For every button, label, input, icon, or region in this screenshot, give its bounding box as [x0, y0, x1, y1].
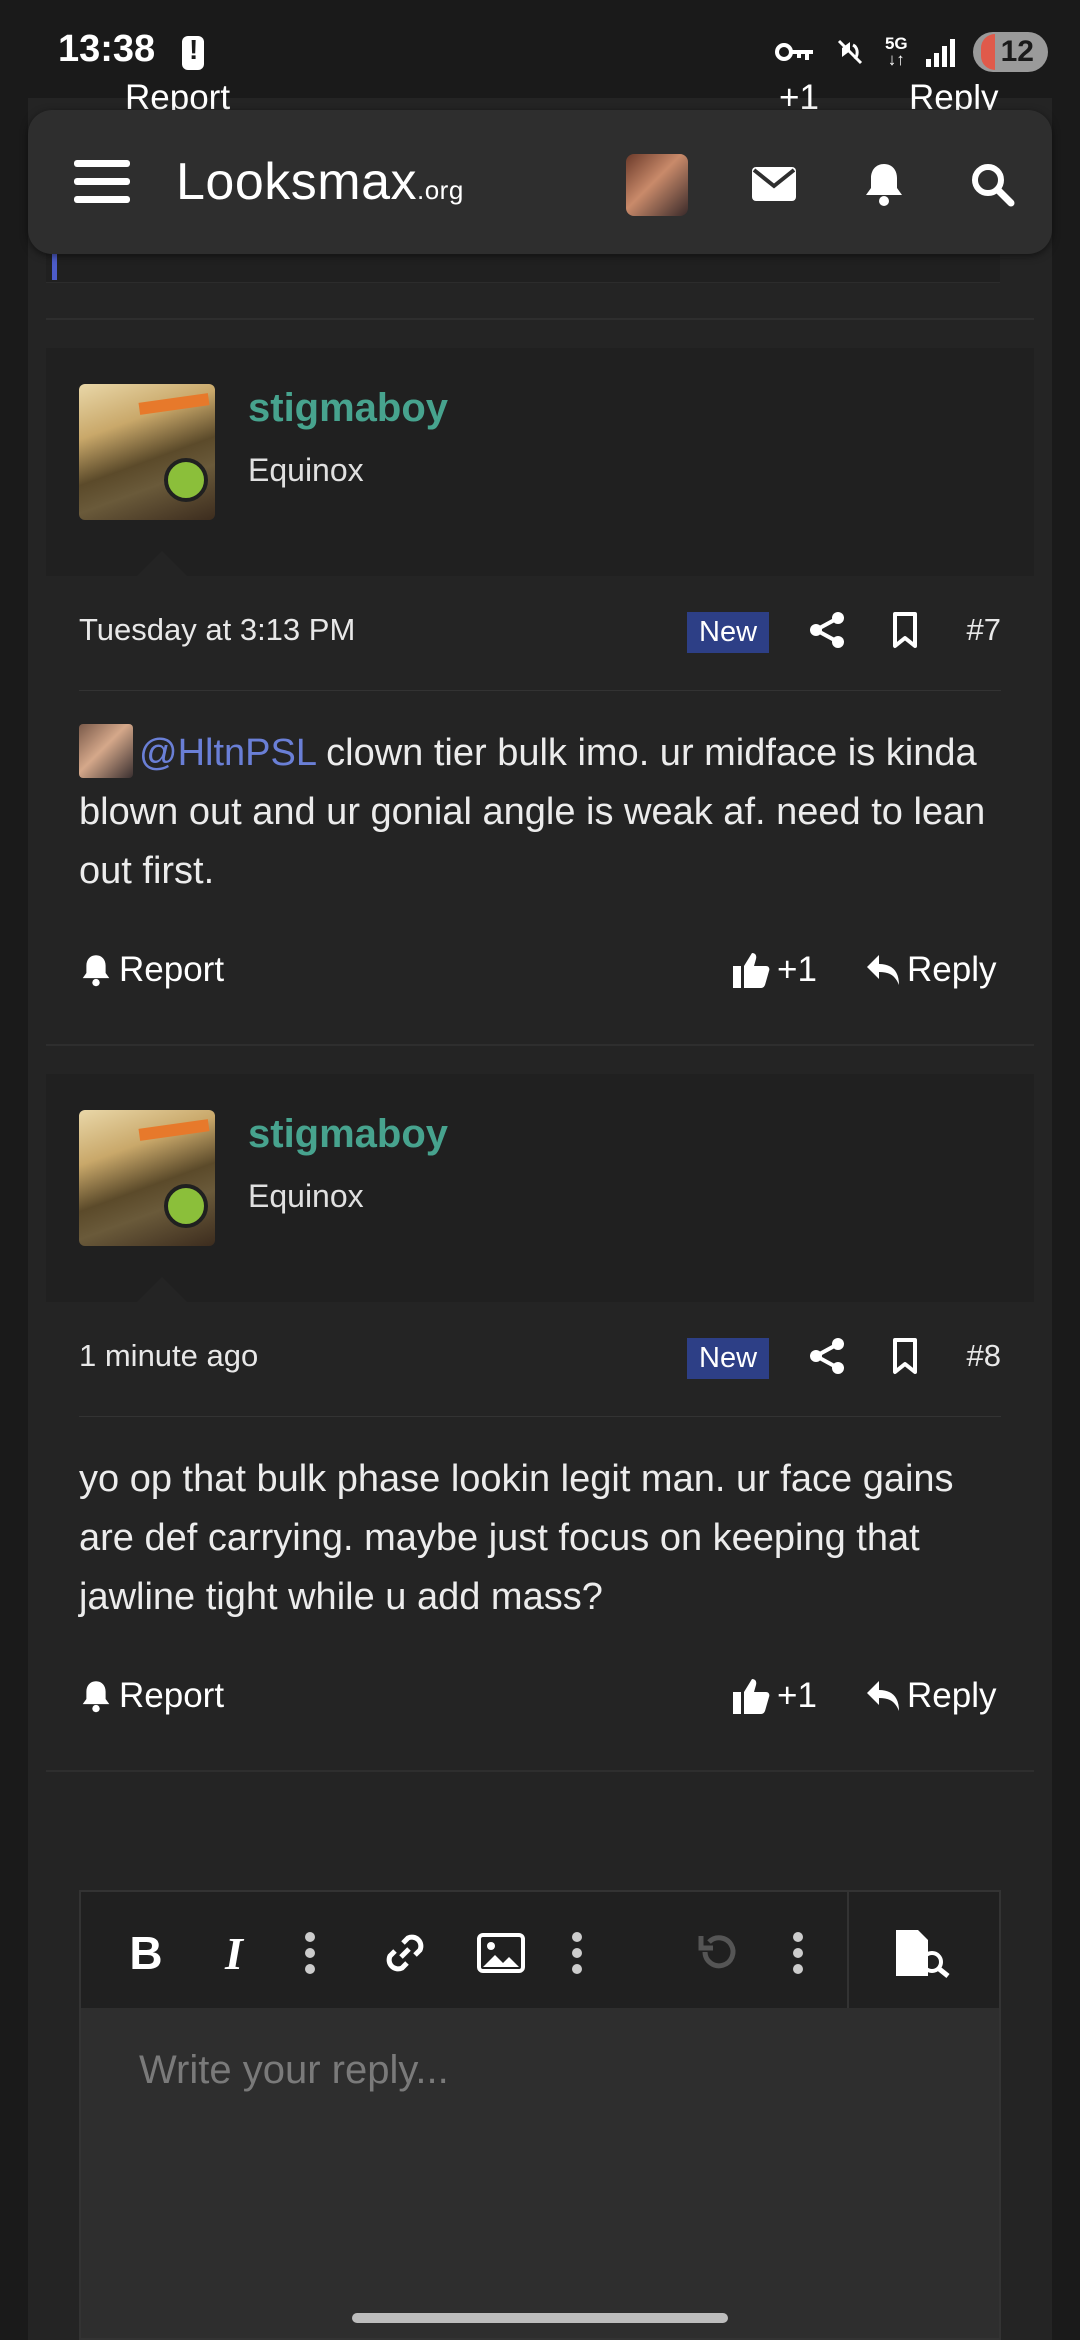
online-indicator — [164, 458, 208, 502]
report-button[interactable]: Report — [79, 1676, 224, 1716]
meta-divider — [79, 1416, 1001, 1417]
bookmark-icon[interactable] — [885, 1336, 925, 1376]
user-title: Equinox — [248, 1178, 364, 1214]
top-navigation: Looksmax.org — [28, 110, 1052, 254]
reply-icon — [867, 955, 899, 985]
italic-icon[interactable]: I — [209, 1928, 259, 1979]
battery-icon: 12 — [972, 32, 1048, 72]
reply-textarea[interactable]: Write your reply... — [81, 2008, 999, 2338]
share-icon[interactable] — [807, 610, 847, 650]
reply-button[interactable]: Reply — [865, 1676, 996, 1716]
status-time: 13:38 — [58, 28, 156, 70]
more-text-options-icon[interactable] — [295, 1928, 325, 1978]
more-insert-options-icon[interactable] — [562, 1928, 592, 1978]
post-number[interactable]: #8 — [967, 1338, 1001, 1374]
status-icons: 5G ↓↑ 12 — [774, 30, 1048, 74]
like-count: +1 — [777, 1676, 817, 1715]
report-label: Report — [119, 1676, 225, 1715]
toolbar-divider — [847, 1892, 849, 2008]
home-indicator[interactable] — [352, 2313, 728, 2323]
post-date[interactable]: 1 minute ago — [79, 1338, 258, 1374]
reply-placeholder: Write your reply... — [139, 2048, 449, 2092]
battery-level: 12 — [1000, 35, 1034, 68]
post-text: yo op that bulk phase lookin legit man. … — [79, 1458, 954, 1618]
bell-icon — [82, 1681, 110, 1713]
reply-button[interactable]: Reply — [865, 950, 996, 990]
online-indicator — [164, 1184, 208, 1228]
account-avatar[interactable] — [626, 154, 688, 216]
quote-bar — [52, 250, 57, 280]
mention-avatar — [79, 723, 133, 778]
post-divider — [46, 1044, 1034, 1046]
mute-icon — [837, 39, 862, 65]
post-divider — [46, 318, 1034, 320]
share-icon[interactable] — [807, 1336, 847, 1376]
more-options-icon[interactable] — [783, 1928, 813, 1978]
link-icon[interactable] — [377, 1928, 433, 1978]
thumbs-up-icon — [733, 953, 770, 988]
preview-icon[interactable] — [893, 1928, 953, 1978]
user-title: Equinox — [248, 452, 364, 488]
undo-icon[interactable] — [693, 1928, 743, 1978]
username[interactable]: stigmaboy — [248, 1112, 448, 1157]
post-divider — [46, 1770, 1034, 1772]
reply-editor: B I Write your reply... — [79, 1890, 1001, 2340]
post-content: yo op that bulk phase lookin legit man. … — [79, 1450, 1019, 1627]
image-icon[interactable] — [473, 1928, 529, 1978]
bell-icon — [82, 955, 110, 987]
menu-icon[interactable] — [74, 160, 130, 204]
like-button[interactable]: +1 — [731, 1676, 817, 1716]
reply-label: Reply — [907, 950, 997, 989]
username[interactable]: stigmaboy — [248, 386, 448, 431]
user-box-pointer — [136, 551, 188, 577]
bold-icon[interactable]: B — [121, 1927, 171, 1979]
meta-divider — [79, 690, 1001, 691]
post-number[interactable]: #7 — [967, 612, 1001, 648]
thumbs-up-icon — [733, 1679, 770, 1714]
user-box-pointer — [136, 1277, 188, 1303]
editor-toolbar: B I — [81, 1892, 999, 2008]
new-badge: New — [687, 1338, 770, 1379]
reply-label: Reply — [907, 1676, 997, 1715]
post-meta: 1 minute ago New #8 — [79, 1320, 1001, 1400]
report-label: Report — [119, 950, 225, 989]
post-date[interactable]: Tuesday at 3:13 PM — [79, 612, 355, 648]
post-user-box: stigmaboy Equinox — [46, 1074, 1034, 1303]
alert-icon — [182, 34, 204, 70]
new-badge: New — [687, 612, 770, 653]
site-logo[interactable]: Looksmax.org — [176, 152, 464, 212]
like-count: +1 — [777, 950, 817, 989]
notifications-icon[interactable] — [854, 154, 914, 214]
reply-icon — [867, 1681, 899, 1711]
post-meta: Tuesday at 3:13 PM New #7 — [79, 594, 1001, 674]
like-button[interactable]: +1 — [731, 950, 817, 990]
search-icon[interactable] — [962, 154, 1022, 214]
post-user-box: stigmaboy Equinox — [46, 348, 1034, 577]
post-content: @HltnPSL clown tier bulk imo. ur midface… — [79, 723, 1019, 901]
network-indicator: 5G ↓↑ — [884, 34, 908, 69]
post-actions: Report +1 Reply — [79, 1668, 1001, 1728]
inbox-icon[interactable] — [744, 154, 804, 214]
vpn-key-icon — [774, 43, 813, 61]
user-mention[interactable]: @HltnPSL — [139, 732, 316, 774]
report-button[interactable]: Report — [79, 950, 224, 990]
post-actions: Report +1 Reply — [79, 942, 1001, 1002]
signal-icon — [925, 37, 955, 67]
bookmark-icon[interactable] — [885, 610, 925, 650]
